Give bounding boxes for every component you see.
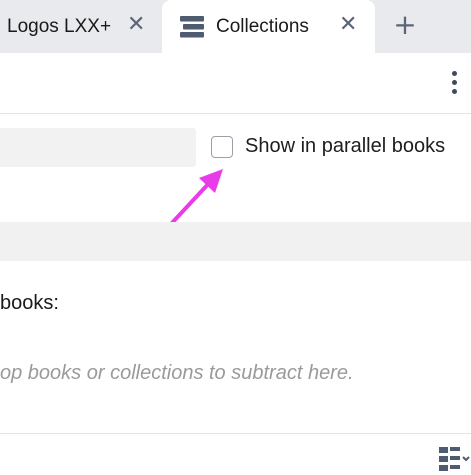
tab-collections[interactable]: Collections ✕ bbox=[162, 0, 375, 53]
panel-toolbar bbox=[0, 53, 471, 114]
rule-input-box[interactable] bbox=[0, 222, 471, 261]
list-view-icon[interactable] bbox=[439, 444, 471, 474]
collection-name-input[interactable] bbox=[0, 128, 196, 167]
plus-icon[interactable]: + bbox=[391, 10, 419, 40]
more-vertical-icon[interactable] bbox=[446, 71, 462, 97]
subtract-books-label: books: bbox=[0, 292, 59, 314]
close-icon[interactable]: ✕ bbox=[127, 12, 145, 38]
tab-label: Collections bbox=[216, 15, 309, 37]
show-in-parallel-books-checkbox[interactable] bbox=[211, 136, 233, 158]
tab-logos-lxx[interactable]: Logos LXX+ ✕ bbox=[0, 0, 162, 53]
bottom-toolbar bbox=[0, 433, 471, 475]
tab-label: Logos LXX+ bbox=[7, 15, 112, 37]
subtract-drop-zone[interactable]: op books or collections to subtract here… bbox=[0, 362, 354, 385]
annotation-arrow bbox=[169, 169, 223, 226]
close-icon[interactable]: ✕ bbox=[339, 12, 357, 38]
show-in-parallel-books-label: Show in parallel books bbox=[245, 135, 446, 157]
collections-icon bbox=[180, 15, 204, 37]
tab-bar: Logos LXX+ ✕ Collections ✕ + bbox=[0, 0, 471, 53]
